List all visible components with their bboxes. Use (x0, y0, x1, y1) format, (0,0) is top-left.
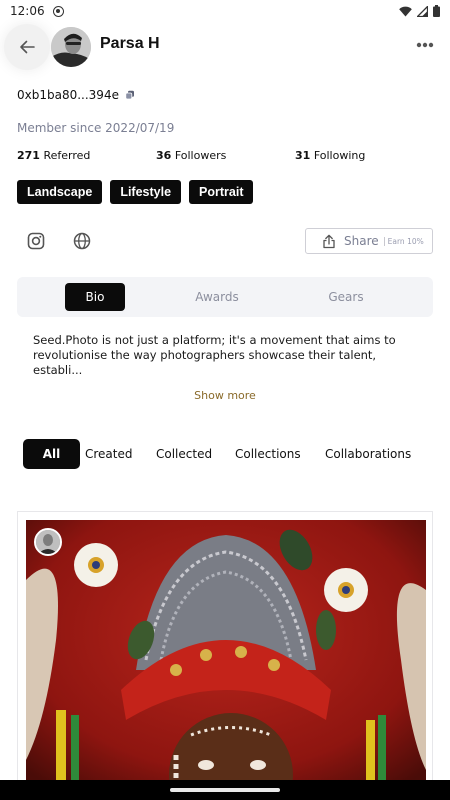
tab-collections[interactable]: Collections (235, 439, 301, 469)
tab-created[interactable]: Created (85, 439, 133, 469)
stat-count: 36 (156, 149, 172, 162)
stat-label: Followers (174, 149, 227, 162)
stat-following[interactable]: 31 Following (295, 149, 365, 162)
signal-icon (417, 5, 428, 17)
tab-bio[interactable]: Bio (65, 283, 125, 311)
arrow-left-icon (20, 40, 35, 54)
share-button[interactable]: Share Earn 10% (305, 228, 433, 254)
stat-count: 271 (17, 149, 40, 162)
home-gesture-handle[interactable] (170, 788, 280, 792)
photo-card[interactable] (17, 511, 433, 800)
social-links (26, 231, 92, 251)
stat-label: Following (313, 149, 366, 162)
status-bar: 12:06 (0, 0, 450, 22)
photo-image[interactable] (26, 520, 426, 800)
photo-owner-avatar[interactable] (34, 528, 62, 556)
profile-tabs: Bio Awards Gears (17, 277, 433, 317)
wallet-address[interactable]: 0xb1ba80...394e (17, 88, 135, 102)
more-horizontal-icon (416, 42, 434, 48)
bio-text: Seed.Photo is not just a platform; it's … (33, 333, 396, 377)
stat-label: Referred (43, 149, 91, 162)
wallet-text: 0xb1ba80...394e (17, 88, 119, 102)
globe-icon[interactable] (72, 231, 92, 251)
system-navigation-bar (0, 780, 450, 800)
wifi-icon (399, 6, 412, 16)
tag-portrait[interactable]: Portrait (189, 180, 254, 204)
category-tags: Landscape Lifestyle Portrait (17, 180, 254, 204)
share-label: Share (344, 234, 379, 248)
more-options-button[interactable] (416, 36, 434, 48)
tab-all[interactable]: All (23, 439, 80, 469)
copy-icon[interactable] (125, 90, 135, 100)
back-button[interactable] (4, 24, 50, 70)
tag-landscape[interactable]: Landscape (17, 180, 103, 204)
battery-icon (433, 5, 440, 17)
tag-lifestyle[interactable]: Lifestyle (110, 180, 182, 204)
tab-awards[interactable]: Awards (177, 283, 257, 311)
tab-collaborations[interactable]: Collaborations (325, 439, 411, 469)
stat-referred[interactable]: 271 Referred (17, 149, 90, 162)
content-filter-tabs: All Created Collected Collections Collab… (23, 439, 443, 469)
profile-name: Parsa H (100, 35, 160, 52)
profile-header: Parsa H (0, 22, 450, 70)
share-icon (323, 234, 335, 248)
instagram-icon[interactable] (26, 231, 46, 251)
show-more-link: Show more (0, 389, 450, 402)
show-more-label[interactable]: Show more (194, 389, 256, 402)
avatar[interactable] (51, 27, 91, 67)
status-time: 12:06 (10, 4, 45, 18)
stat-followers[interactable]: 36 Followers (156, 149, 226, 162)
tab-gears[interactable]: Gears (309, 283, 383, 311)
stat-count: 31 (295, 149, 311, 162)
member-since: Member since 2022/07/19 (17, 121, 175, 135)
status-icons (399, 5, 440, 17)
notification-icon (52, 5, 64, 17)
tab-collected[interactable]: Collected (156, 439, 212, 469)
share-reward-label: Earn 10% (383, 236, 424, 246)
